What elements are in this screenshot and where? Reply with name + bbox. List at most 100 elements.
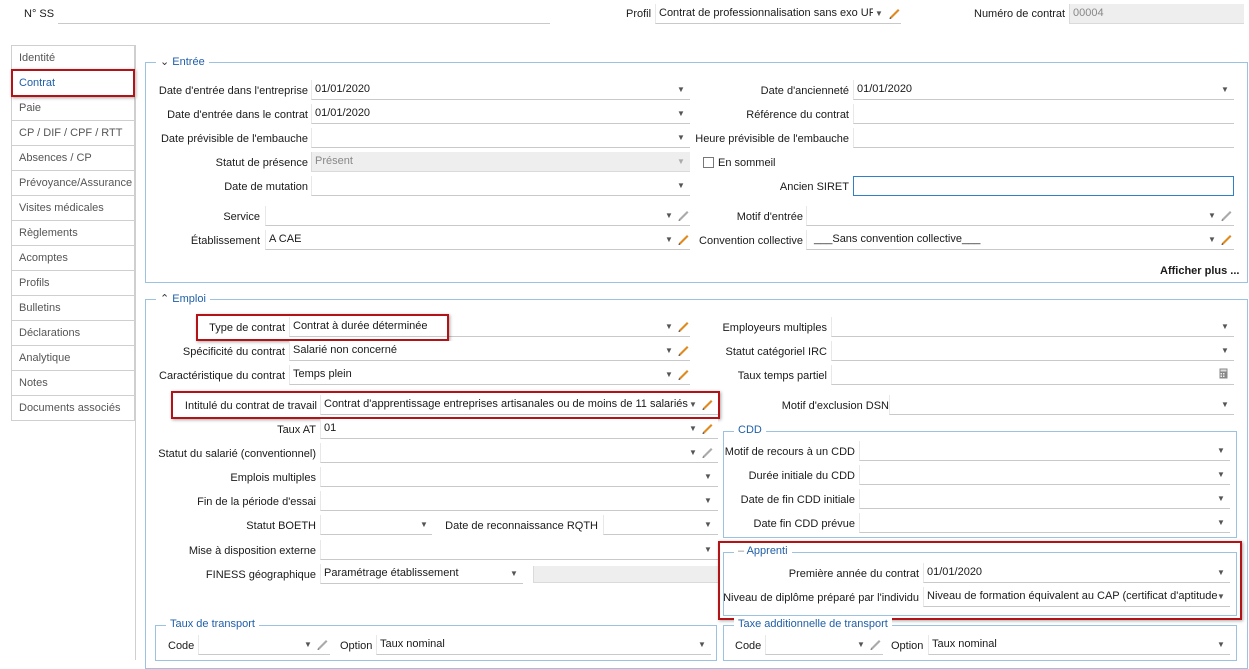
en-sommeil-checkbox[interactable] <box>703 157 714 168</box>
chevron-down-icon[interactable]: ▼ <box>664 365 674 383</box>
edit-pencil-icon[interactable] <box>1219 231 1233 247</box>
chevron-down-icon[interactable]: ▼ <box>688 419 698 437</box>
taux-transport-code-field[interactable]: ▼ <box>198 635 330 655</box>
date-fin-prevue-field[interactable]: ▼ <box>859 513 1230 533</box>
heure-previsible-field[interactable] <box>853 128 1234 148</box>
chevron-down-icon[interactable]: ▼ <box>1216 635 1226 653</box>
taux-transport-option-field[interactable]: Taux nominal ▼ <box>376 635 711 655</box>
edit-pencil-icon[interactable] <box>887 5 901 21</box>
date-entree-contrat-field[interactable]: 01/01/2020 ▼ <box>311 104 690 124</box>
edit-pencil-icon[interactable] <box>676 366 690 382</box>
edit-pencil-icon[interactable] <box>676 207 690 223</box>
chevron-down-icon[interactable]: ▼ <box>874 4 884 22</box>
sidebar-item-bulletins[interactable]: Bulletins <box>12 296 134 321</box>
chevron-down-icon[interactable]: ⌄ <box>160 56 169 68</box>
chevron-down-icon[interactable]: ▼ <box>697 635 707 653</box>
sidebar-item-reglements[interactable]: Règlements <box>12 221 134 246</box>
date-mutation-field[interactable]: ▼ <box>311 176 690 196</box>
chevron-down-icon[interactable]: ▼ <box>1216 465 1226 483</box>
sidebar-item-identite[interactable]: Identité <box>12 46 134 71</box>
ancien-siret-input[interactable] <box>853 176 1234 196</box>
motif-entree-field[interactable]: ▼ <box>806 206 1234 226</box>
sidebar-item-declarations[interactable]: Déclarations <box>12 321 134 346</box>
sidebar-item-documents[interactable]: Documents associés <box>12 396 134 421</box>
emplois-multiples-field[interactable]: ▼ <box>320 467 718 487</box>
caracteristique-contrat-field[interactable]: Temps plein ▼ <box>289 365 690 385</box>
sidebar-item-visites[interactable]: Visites médicales <box>12 196 134 221</box>
profil-select[interactable]: Contrat de professionnalisation sans exo… <box>655 4 901 24</box>
chevron-down-icon[interactable]: ▼ <box>664 341 674 359</box>
edit-pencil-icon[interactable] <box>676 231 690 247</box>
chevron-down-icon[interactable]: ▼ <box>1207 230 1217 248</box>
emploi-group-title[interactable]: ⌃ Emploi <box>156 292 210 305</box>
date-anciennete-field[interactable]: 01/01/2020 ▼ <box>853 80 1234 100</box>
employeurs-multiples-field[interactable]: ▼ <box>831 317 1234 337</box>
calculator-icon[interactable] <box>1219 368 1228 379</box>
service-field[interactable]: ▼ <box>265 206 690 226</box>
duree-initiale-field[interactable]: ▼ <box>859 465 1230 485</box>
reference-contrat-field[interactable] <box>853 104 1234 124</box>
chevron-down-icon[interactable]: ▼ <box>676 80 686 98</box>
statut-categoriel-field[interactable]: ▼ <box>831 341 1234 361</box>
sidebar-item-paie[interactable]: Paie <box>12 96 134 121</box>
sidebar-item-acomptes[interactable]: Acomptes <box>12 246 134 271</box>
sidebar-item-prevoyance[interactable]: Prévoyance/Assurance <box>12 171 134 196</box>
sidebar-item-cp-dif[interactable]: CP / DIF / CPF / RTT <box>12 121 134 146</box>
chevron-down-icon[interactable]: ▼ <box>856 635 866 653</box>
chevron-down-icon[interactable]: ▼ <box>1220 80 1230 98</box>
entree-group-title[interactable]: ⌄ Entrée <box>156 55 209 68</box>
chevron-down-icon[interactable]: ▼ <box>664 206 674 224</box>
chevron-down-icon[interactable]: ▼ <box>664 230 674 248</box>
afficher-plus-link[interactable]: Afficher plus ... <box>1160 265 1239 277</box>
motif-exclusion-field[interactable]: ▼ <box>889 395 1234 415</box>
chevron-down-icon[interactable]: ▼ <box>1220 395 1230 413</box>
edit-pencil-icon[interactable] <box>315 636 329 652</box>
edit-pencil-icon[interactable] <box>1219 207 1233 223</box>
chevron-down-icon[interactable]: ▼ <box>703 540 713 558</box>
chevron-down-icon[interactable]: ▼ <box>1216 441 1226 459</box>
sidebar-item-profils[interactable]: Profils <box>12 271 134 296</box>
taxe-transport-code-field[interactable]: ▼ <box>765 635 883 655</box>
fin-periode-essai-field[interactable]: ▼ <box>320 491 718 511</box>
specificite-contrat-field[interactable]: Salarié non concerné ▼ <box>289 341 690 361</box>
date-rqth-field[interactable]: ▼ <box>603 515 718 535</box>
nss-input[interactable] <box>58 4 550 24</box>
etablissement-field[interactable]: A CAE ▼ <box>265 230 690 250</box>
chevron-down-icon[interactable]: ▼ <box>1216 489 1226 507</box>
chevron-down-icon[interactable]: ▼ <box>1207 206 1217 224</box>
chevron-up-icon[interactable]: ⌃ <box>160 293 169 305</box>
chevron-down-icon[interactable]: ▼ <box>664 317 674 335</box>
taux-temps-partiel-field[interactable] <box>831 365 1234 385</box>
finess-field[interactable]: Paramétrage établissement ▼ <box>320 564 523 584</box>
chevron-down-icon[interactable]: ▼ <box>703 491 713 509</box>
sidebar-item-notes[interactable]: Notes <box>12 371 134 396</box>
taux-at-field[interactable]: 01 ▼ <box>320 419 718 439</box>
edit-pencil-icon[interactable] <box>868 636 882 652</box>
chevron-down-icon[interactable]: ▼ <box>703 515 713 533</box>
chevron-down-icon[interactable]: ▼ <box>1220 317 1230 335</box>
chevron-down-icon[interactable]: ▼ <box>1216 513 1226 531</box>
chevron-down-icon[interactable]: ▼ <box>688 443 698 461</box>
edit-pencil-icon[interactable] <box>700 444 714 460</box>
date-fin-initiale-field[interactable]: ▼ <box>859 489 1230 509</box>
date-previsible-field[interactable]: ▼ <box>311 128 690 148</box>
convention-collective-field[interactable]: ___Sans convention collective___ ▼ <box>806 230 1234 250</box>
sidebar-item-analytique[interactable]: Analytique <box>12 346 134 371</box>
sidebar-item-absences[interactable]: Absences / CP <box>12 146 134 171</box>
chevron-down-icon[interactable]: ▼ <box>1220 341 1230 359</box>
chevron-down-icon[interactable]: ▼ <box>676 176 686 194</box>
chevron-down-icon[interactable]: ▼ <box>676 104 686 122</box>
statut-salarie-field[interactable]: ▼ <box>320 443 718 463</box>
taxe-transport-option-field[interactable]: Taux nominal ▼ <box>928 635 1230 655</box>
date-entree-entreprise-field[interactable]: 01/01/2020 ▼ <box>311 80 690 100</box>
chevron-down-icon[interactable]: ▼ <box>509 564 519 582</box>
statut-boeth-field[interactable]: ▼ <box>320 515 432 535</box>
edit-pencil-icon[interactable] <box>676 318 690 334</box>
edit-pencil-icon[interactable] <box>676 342 690 358</box>
edit-pencil-icon[interactable] <box>700 420 714 436</box>
chevron-down-icon[interactable]: ▼ <box>419 515 429 533</box>
chevron-down-icon[interactable]: ▼ <box>703 467 713 485</box>
motif-recours-field[interactable]: ▼ <box>859 441 1230 461</box>
mise-disposition-field[interactable]: ▼ <box>320 540 718 560</box>
chevron-down-icon[interactable]: ▼ <box>303 635 313 653</box>
